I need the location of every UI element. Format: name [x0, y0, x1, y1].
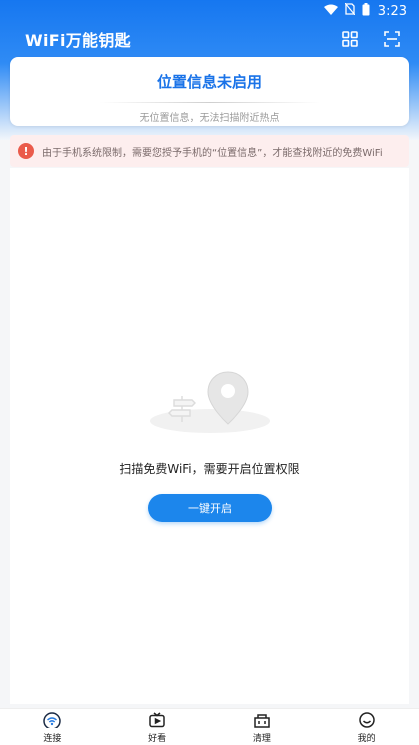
exclamation-icon: !	[18, 143, 34, 159]
app-bar: WiFi万能钥匙	[0, 22, 419, 56]
status-icons	[323, 2, 370, 20]
notice-divider	[99, 102, 320, 103]
location-notice-card: 位置信息未启用 无位置信息，无法扫描附近热点	[10, 57, 409, 126]
nav-item-clean[interactable]: 清理	[222, 711, 302, 744]
nav-item-mine[interactable]: 我的	[327, 711, 407, 744]
app-title: WiFi万能钥匙	[25, 31, 131, 50]
nav-label-watch: 好看	[148, 733, 167, 744]
nav-label-mine: 我的	[357, 733, 376, 744]
status-time: 3:23	[377, 3, 407, 19]
status-bar: 3:23	[0, 0, 419, 22]
notice-subtitle: 无位置信息，无法扫描附近热点	[139, 113, 280, 124]
scan-icon[interactable]	[381, 28, 403, 50]
nav-item-connect[interactable]: 连接	[12, 711, 92, 744]
clean-icon	[253, 711, 271, 729]
notice-title: 位置信息未启用	[156, 73, 262, 91]
empty-state-message: 扫描免费WiFi，需要开启位置权限	[119, 462, 300, 476]
wifi-signal-icon	[323, 4, 338, 19]
qr-code-icon[interactable]	[339, 28, 361, 50]
smile-icon	[358, 711, 376, 729]
permission-warning-bar: ! 由于手机系统限制，需要您授予手机的“位置信息”，才能查找附近的免费WiFi	[10, 135, 409, 167]
nav-item-watch[interactable]: 好看	[117, 711, 197, 744]
location-pin-illustration-icon	[148, 366, 272, 438]
tv-icon	[148, 711, 166, 729]
warning-text: 由于手机系统限制，需要您授予手机的“位置信息”，才能查找附近的免费WiFi	[42, 147, 383, 159]
battery-icon	[362, 2, 370, 20]
nav-label-connect: 连接	[43, 733, 62, 744]
bottom-nav: 连接 好看 清理 我的	[0, 708, 419, 745]
app-actions	[339, 28, 403, 50]
main-panel: 扫描免费WiFi，需要开启位置权限 一键开启	[10, 168, 409, 704]
nav-label-clean: 清理	[252, 733, 271, 744]
no-sim-icon	[344, 2, 356, 19]
wifi-icon	[43, 711, 62, 729]
enable-location-button[interactable]: 一键开启	[148, 494, 272, 522]
